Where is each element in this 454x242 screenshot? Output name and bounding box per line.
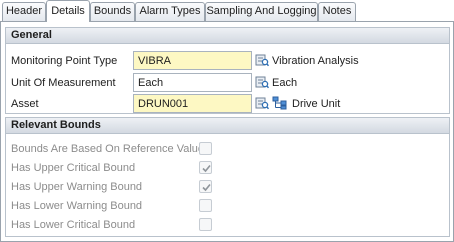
lookup-icon[interactable]	[255, 75, 270, 89]
lower-warning-bound-checkbox[interactable]	[199, 199, 212, 212]
asset-field[interactable]	[133, 94, 252, 113]
tab-header[interactable]: Header	[2, 2, 46, 21]
lower-critical-bound-checkbox[interactable]	[199, 218, 212, 231]
bounds-reference-value-label: Bounds Are Based On Reference Value	[11, 143, 205, 155]
lower-critical-bound-label: Has Lower Critical Bound	[11, 219, 136, 231]
monitoring-point-type-label: Monitoring Point Type	[11, 55, 118, 67]
upper-critical-bound-checkbox[interactable]	[199, 161, 212, 174]
tab-strip: Header Details Bounds Alarm Types Sampli…	[0, 0, 454, 22]
general-group: General Monitoring Point Type Vibration …	[5, 27, 450, 114]
lookup-icon[interactable]	[255, 96, 270, 110]
tab-sampling-and-logging[interactable]: Sampling And Logging	[205, 2, 318, 21]
general-group-header: General	[6, 28, 449, 44]
unit-of-measurement-field[interactable]	[133, 73, 252, 92]
tab-alarm-types[interactable]: Alarm Types	[135, 2, 205, 21]
unit-of-measurement-label: Unit Of Measurement	[11, 77, 116, 89]
tab-bounds[interactable]: Bounds	[90, 2, 135, 21]
tab-details[interactable]: Details	[46, 0, 90, 22]
upper-warning-bound-label: Has Upper Warning Bound	[11, 181, 143, 193]
relevant-bounds-group-header: Relevant Bounds	[6, 118, 449, 134]
monitoring-point-type-description: Vibration Analysis	[272, 55, 359, 67]
upper-warning-bound-checkbox[interactable]	[199, 180, 212, 193]
checkmark-icon	[202, 164, 211, 173]
checkmark-icon	[202, 183, 211, 192]
monitoring-point-type-field[interactable]	[133, 51, 252, 70]
tab-notes[interactable]: Notes	[318, 2, 356, 21]
asset-description: Drive Unit	[292, 98, 341, 110]
relevant-bounds-group: Relevant Bounds Bounds Are Based On Refe…	[5, 117, 450, 237]
asset-tree-icon[interactable]	[272, 96, 288, 110]
unit-of-measurement-description: Each	[272, 77, 298, 89]
asset-label: Asset	[11, 98, 39, 110]
details-pane: General Monitoring Point Type Vibration …	[0, 21, 454, 242]
bounds-reference-value-checkbox[interactable]	[199, 142, 212, 155]
upper-critical-bound-label: Has Upper Critical Bound	[11, 162, 136, 174]
lookup-icon[interactable]	[255, 53, 270, 67]
lower-warning-bound-label: Has Lower Warning Bound	[11, 200, 143, 212]
